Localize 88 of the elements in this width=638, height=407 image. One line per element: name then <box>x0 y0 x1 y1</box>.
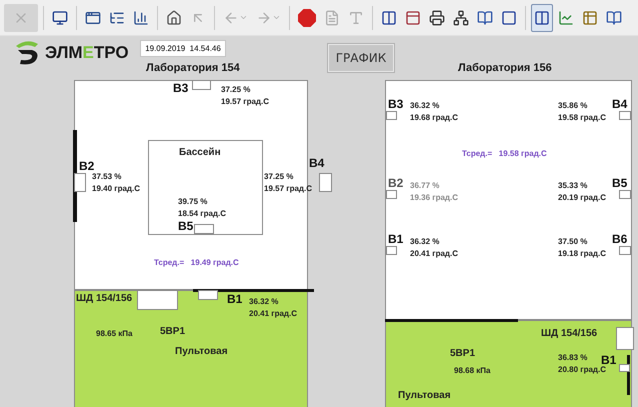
room-label: Пультовая <box>175 347 228 357</box>
device-label: 5ВР1 <box>450 349 476 359</box>
printer-icon <box>429 10 445 26</box>
humidity-reading: 35.86 % <box>558 102 588 110</box>
sensor-label: В2 <box>388 177 404 189</box>
caret-icon <box>239 13 248 22</box>
lab-title: Лаборатория 156 <box>458 63 552 74</box>
stop-sign-icon <box>298 8 316 26</box>
sensor-label: В1 <box>388 233 404 245</box>
temperature-reading: 19.58 град.С <box>558 114 606 122</box>
humidity-reading: 36.32 % <box>410 102 440 110</box>
font-icon <box>348 10 364 26</box>
sensor-box <box>198 290 218 300</box>
book-icon <box>606 10 622 26</box>
cabinet-box <box>616 327 634 350</box>
columns-icon <box>381 10 397 26</box>
sensor-box <box>74 173 86 192</box>
datetime-field: 19.09.2019 14.54.46 <box>140 40 226 57</box>
graph-button[interactable]: ГРАФИК <box>328 44 394 72</box>
sensor-label: В1 <box>601 354 616 366</box>
lab-title: Лаборатория 154 <box>146 63 240 74</box>
forward-arrow-icon <box>256 10 272 26</box>
room-label: Пультовая <box>398 391 451 401</box>
table-icon <box>582 10 598 26</box>
temperature-reading: 20.41 град.С <box>249 310 297 318</box>
caret-icon <box>272 13 281 22</box>
sensor-label: В4 <box>612 98 628 110</box>
sensor-label: В3 <box>173 82 188 94</box>
average-temperature: Тсред.= 19.49 град.С <box>154 259 239 267</box>
humidity-reading: 36.32 % <box>410 238 440 246</box>
list-icon <box>109 10 125 26</box>
sensor-label: В3 <box>388 98 404 110</box>
humidity-reading: 36.83 % <box>558 354 588 362</box>
humidity-reading: 37.25 % <box>264 173 294 181</box>
temperature-reading: 18.54 град.С <box>178 210 226 218</box>
home-icon <box>166 10 182 26</box>
bars-icon <box>133 10 149 26</box>
network-icon <box>453 10 469 26</box>
frame-icon <box>501 10 517 26</box>
toolbar-button[interactable] <box>531 4 553 32</box>
document-icon <box>324 10 340 26</box>
sensor-box <box>619 364 630 372</box>
temperature-reading: 19.57 град.С <box>264 185 312 193</box>
humidity-reading: 36.32 % <box>249 298 278 306</box>
average-temperature: Тсред.= 19.58 град.С <box>462 150 547 158</box>
humidity-reading: 39.75 % <box>178 198 208 206</box>
humidity-reading: 37.50 % <box>558 238 588 246</box>
temperature-reading: 20.41 град.С <box>410 250 458 258</box>
pool-label: Бассейн <box>179 148 221 158</box>
temperature-reading: 20.80 град.С <box>558 366 606 374</box>
cabinet-label: ШД 154/156 <box>76 294 132 304</box>
sensor-box <box>386 111 397 120</box>
temperature-reading: 19.40 град.С <box>92 185 140 193</box>
logo-text: ЭЛМЕТРО <box>45 43 129 63</box>
book-icon <box>477 10 493 26</box>
sensor-box <box>386 246 397 255</box>
sensor-label: В4 <box>309 157 324 169</box>
sensor-label: В2 <box>79 160 94 172</box>
monitor-icon <box>52 10 68 26</box>
sensor-box <box>386 190 397 199</box>
sensor-label: В5 <box>178 220 194 232</box>
sensor-box <box>619 190 631 199</box>
sensor-label: В1 <box>227 293 242 305</box>
window-icon <box>85 10 101 26</box>
humidity-reading: 36.77 % <box>410 182 440 190</box>
device-label: 5ВР1 <box>160 327 186 337</box>
sensor-box <box>619 111 631 120</box>
sensor-box <box>319 173 332 192</box>
temperature-reading: 19.18 град.С <box>558 250 606 258</box>
humidity-reading: 35.33 % <box>558 182 588 190</box>
temperature-reading: 19.57 град.С <box>221 98 269 106</box>
chart-icon <box>558 10 574 26</box>
panel-icon <box>405 10 421 26</box>
cabinet-box <box>137 290 178 310</box>
humidity-reading: 37.25 % <box>221 86 250 94</box>
columns-icon <box>534 10 550 26</box>
temperature-reading: 19.36 град.С <box>410 194 458 202</box>
pressure-reading: 98.65 кПа <box>96 330 132 338</box>
sensor-label: В5 <box>612 177 628 189</box>
temperature-reading: 19.68 град.С <box>410 114 458 122</box>
sensor-box <box>194 224 214 234</box>
temperature-reading: 20.19 град.С <box>558 194 606 202</box>
pressure-reading: 98.68 кПа <box>454 367 490 375</box>
humidity-reading: 37.53 % <box>92 173 122 181</box>
sensor-box <box>619 246 631 255</box>
sensor-label: В6 <box>612 233 628 245</box>
cabinet-label: ШД 154/156 <box>541 329 598 339</box>
sensor-box <box>192 80 211 90</box>
